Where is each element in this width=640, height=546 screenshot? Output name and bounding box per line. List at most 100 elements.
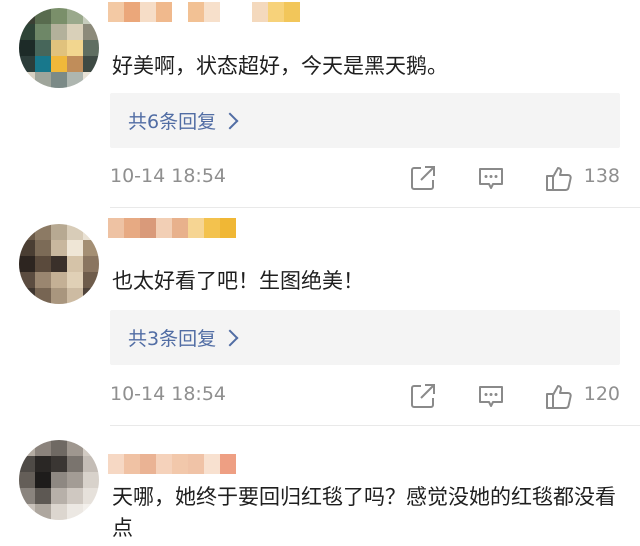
- avatar-mosaic-cell: [51, 272, 67, 288]
- avatar-mosaic-cell: [67, 72, 83, 88]
- avatar-mosaic-cell: [67, 504, 83, 520]
- avatar-mosaic-cell: [51, 24, 67, 40]
- avatar-mosaic-cell: [19, 56, 35, 72]
- username-mosaic-cell: [156, 454, 172, 474]
- username-mosaic-cell: [156, 218, 172, 238]
- username-mosaic-cell: [172, 454, 188, 474]
- username-mosaic-cell: [268, 2, 284, 22]
- avatar-mosaic-cell: [67, 240, 83, 256]
- comment-icon[interactable]: [476, 163, 506, 193]
- avatar-mosaic-cell: [83, 504, 99, 520]
- avatar-mosaic-cell: [35, 24, 51, 40]
- avatar-mosaic-cell: [19, 488, 35, 504]
- avatar-mosaic-cell: [35, 288, 51, 304]
- avatar-mosaic-cell: [67, 440, 83, 456]
- thumbs-up-icon[interactable]: [544, 381, 574, 411]
- avatar-mosaic-cell: [19, 72, 35, 88]
- avatar-mosaic-cell: [35, 72, 51, 88]
- username-mosaic-cell: [140, 218, 156, 238]
- avatar-mosaic-cell: [19, 288, 35, 304]
- comment-text: 也太好看了吧！生图绝美！: [112, 269, 364, 293]
- comment-icon[interactable]: [476, 381, 506, 411]
- chevron-right-icon: [221, 329, 239, 346]
- username-mosaic-cell: [236, 2, 252, 22]
- username-mosaic-cell: [140, 2, 156, 22]
- avatar-mosaic-cell: [51, 240, 67, 256]
- username-mosaic-cell: [108, 2, 124, 22]
- share-icon[interactable]: [408, 381, 438, 411]
- divider: [110, 425, 640, 426]
- avatar-mosaic-cell: [67, 456, 83, 472]
- username-mosaic-cell: [108, 454, 124, 474]
- avatar-mosaic-cell: [19, 440, 35, 456]
- avatar-mosaic-cell: [67, 224, 83, 240]
- username-mosaic-cell: [124, 2, 140, 22]
- avatar-mosaic-cell: [51, 488, 67, 504]
- avatar-mosaic-cell: [83, 488, 99, 504]
- avatar-mosaic-cell: [19, 256, 35, 272]
- username-mosaic-cell: [108, 218, 124, 238]
- username-mosaic-cell: [220, 218, 236, 238]
- comment-text: 天哪，她终于要回归红毯了吗？感觉没她的红毯都没看点: [112, 485, 616, 540]
- avatar-mosaic-cell: [83, 240, 99, 256]
- username-pixelated[interactable]: [108, 2, 300, 22]
- avatar-mosaic-cell: [83, 8, 99, 24]
- avatar-mosaic-cell: [35, 272, 51, 288]
- avatar-mosaic-cell: [67, 272, 83, 288]
- username-mosaic-cell: [156, 2, 172, 22]
- avatar-mosaic-cell: [51, 472, 67, 488]
- view-replies-button[interactable]: 共6条回复: [110, 93, 620, 148]
- avatar-mosaic-cell: [51, 72, 67, 88]
- comment-thread: { "comments": [ { "text": "好美啊，状态超好，今天是黑…: [0, 0, 640, 546]
- timestamp: 10-14 18:54: [110, 165, 227, 187]
- avatar-mosaic-cell: [51, 288, 67, 304]
- avatar-mosaic-cell: [35, 40, 51, 56]
- avatar-mosaic-cell: [67, 40, 83, 56]
- avatar-mosaic-cell: [83, 440, 99, 456]
- avatar-mosaic-cell: [51, 440, 67, 456]
- avatar-mosaic-cell: [83, 24, 99, 40]
- like-count: 120: [583, 383, 620, 405]
- avatar-mosaic-cell: [35, 240, 51, 256]
- username-mosaic-cell: [124, 454, 140, 474]
- view-replies-label: 共6条回复: [128, 111, 217, 133]
- avatar-mosaic-cell: [51, 456, 67, 472]
- comment-meta: 10-14 18:54 120: [110, 381, 620, 411]
- avatar-mosaic-cell: [67, 56, 83, 72]
- avatar-mosaic-cell: [35, 456, 51, 472]
- username-mosaic-cell: [284, 2, 300, 22]
- username-mosaic-cell: [204, 454, 220, 474]
- view-replies-button[interactable]: 共3条回复: [110, 310, 620, 365]
- avatar-mosaic-cell: [51, 56, 67, 72]
- share-icon[interactable]: [408, 163, 438, 193]
- username-mosaic-cell: [220, 454, 236, 474]
- avatar-mosaic-cell: [19, 504, 35, 520]
- username-mosaic-cell: [188, 218, 204, 238]
- avatar-mosaic-cell: [67, 472, 83, 488]
- username-pixelated[interactable]: [108, 454, 236, 474]
- avatar-mosaic-cell: [51, 256, 67, 272]
- avatar-mosaic-cell: [19, 272, 35, 288]
- thumbs-up-icon[interactable]: [544, 163, 574, 193]
- avatar[interactable]: [19, 224, 99, 304]
- chevron-right-icon: [221, 112, 239, 129]
- avatar[interactable]: [19, 440, 99, 520]
- avatar-mosaic-cell: [35, 256, 51, 272]
- avatar-mosaic-cell: [35, 224, 51, 240]
- avatar-mosaic-cell: [35, 472, 51, 488]
- avatar-mosaic-cell: [67, 256, 83, 272]
- avatar[interactable]: [19, 8, 99, 88]
- username-mosaic-cell: [124, 218, 140, 238]
- view-replies-label: 共3条回复: [128, 328, 217, 350]
- username-mosaic-cell: [172, 218, 188, 238]
- username-pixelated[interactable]: [108, 218, 236, 238]
- avatar-mosaic-cell: [19, 8, 35, 24]
- avatar-mosaic-cell: [35, 56, 51, 72]
- avatar-mosaic-cell: [83, 456, 99, 472]
- avatar-mosaic-cell: [19, 224, 35, 240]
- like-count: 138: [583, 165, 620, 187]
- avatar-mosaic-cell: [83, 72, 99, 88]
- username-mosaic-cell: [172, 2, 188, 22]
- avatar-mosaic-cell: [35, 488, 51, 504]
- avatar-mosaic-cell: [51, 40, 67, 56]
